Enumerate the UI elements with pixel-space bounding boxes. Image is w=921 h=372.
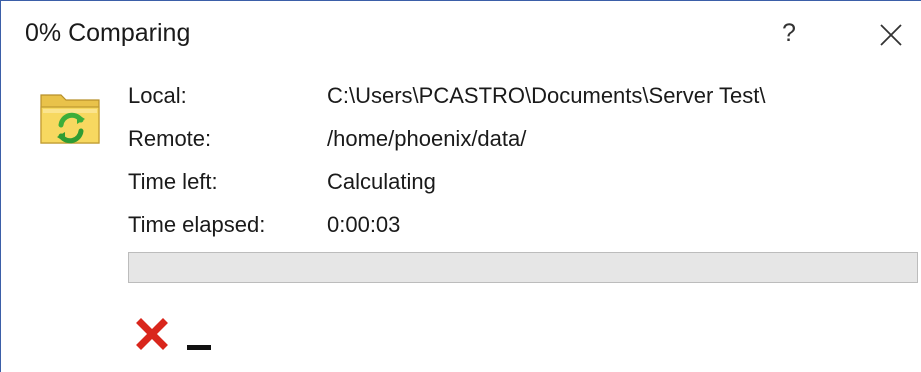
cancel-icon xyxy=(136,318,168,350)
time-elapsed-row: Time elapsed: 0:00:03 xyxy=(128,210,908,240)
time-elapsed-value: 0:00:03 xyxy=(327,212,401,237)
window-title: 0% Comparing xyxy=(25,19,191,47)
folder-sync-icon xyxy=(39,87,103,151)
local-row: Local: C:\Users\PCASTRO\Documents\Server… xyxy=(128,81,908,111)
remote-row: Remote: /home/phoenix/data/ xyxy=(128,124,908,154)
time-left-row: Time left: Calculating xyxy=(128,167,908,197)
title-bar: 0% Comparing ? xyxy=(1,1,921,69)
time-left-value: Calculating xyxy=(327,169,436,194)
local-path: C:\Users\PCASTRO\Documents\Server Test\ xyxy=(327,83,766,108)
progress-bar xyxy=(128,252,918,283)
close-icon xyxy=(880,24,902,46)
local-label: Local: xyxy=(128,83,187,108)
close-button[interactable] xyxy=(873,17,909,53)
minimize-button[interactable] xyxy=(185,323,215,353)
time-elapsed-label: Time elapsed: xyxy=(128,212,266,237)
comparison-progress-dialog: 0% Comparing ? Local: C:\Users\PCASTRO\D… xyxy=(0,0,921,372)
remote-path: /home/phoenix/data/ xyxy=(327,126,527,151)
cancel-button[interactable] xyxy=(135,317,169,351)
time-left-label: Time left: xyxy=(128,169,218,194)
help-button[interactable]: ? xyxy=(771,13,807,53)
remote-label: Remote: xyxy=(128,126,212,151)
minimize-icon xyxy=(187,345,211,350)
